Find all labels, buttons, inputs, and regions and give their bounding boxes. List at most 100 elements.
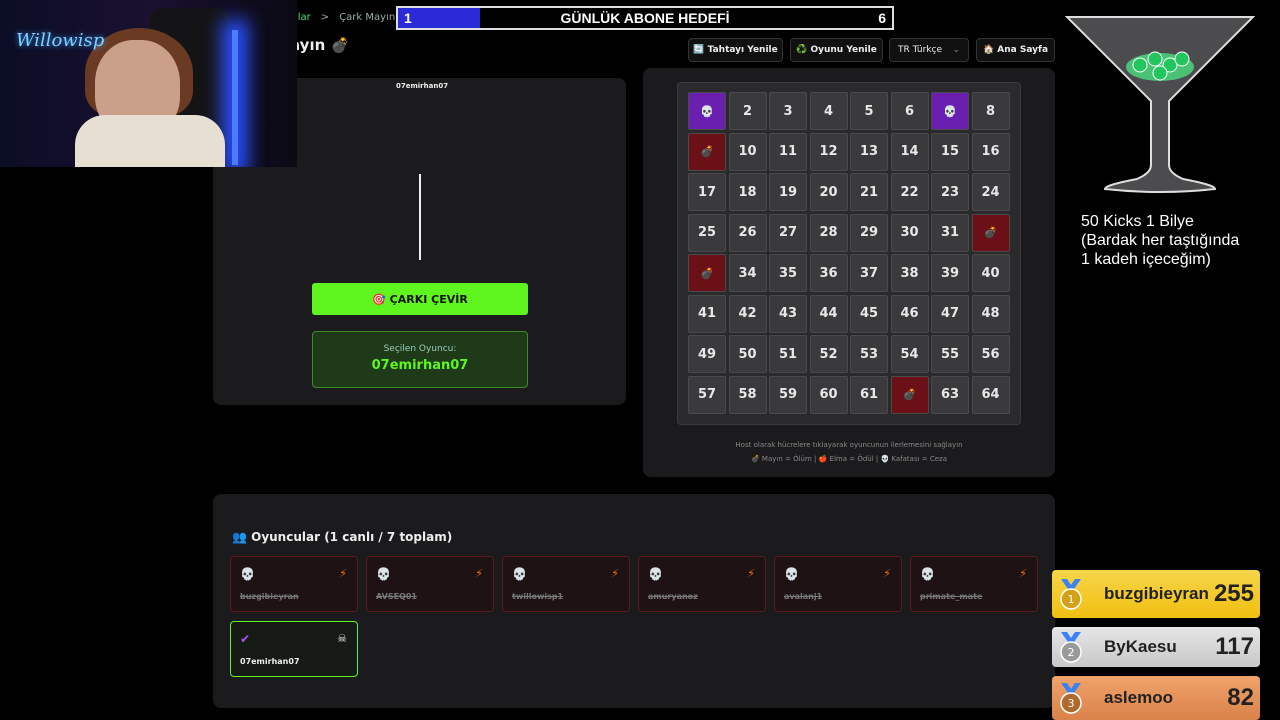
board-cell[interactable]: 25 [688, 213, 726, 252]
board-cell[interactable]: 17 [688, 173, 726, 211]
board-cell[interactable]: 58 [728, 375, 767, 414]
board-cell[interactable]: 34 [728, 254, 767, 292]
board-cell[interactable]: 42 [728, 294, 767, 333]
board-cell[interactable]: 2 [728, 92, 767, 130]
board-cell[interactable]: 64 [971, 375, 1010, 414]
player-card[interactable]: 💀 ⚡ primate_mate [910, 556, 1038, 612]
board-cell[interactable]: 8 [971, 92, 1010, 130]
home-button[interactable]: 🏠 Ana Sayfa [976, 38, 1055, 62]
board-cell[interactable]: 39 [931, 254, 969, 292]
board-cell[interactable]: 36 [809, 254, 848, 292]
board-cell-mine[interactable]: 💣 [971, 213, 1010, 252]
board-cell[interactable]: 27 [769, 213, 807, 252]
board-cell[interactable]: 57 [688, 375, 726, 414]
spin-wheel-button[interactable]: 🎯 ÇARKI ÇEVİR [312, 283, 528, 315]
player-card[interactable]: ✔ ☠ 07emirhan07 [230, 621, 358, 677]
breadcrumb: ılar > Çark Mayın [295, 12, 395, 23]
board-cell[interactable]: 30 [890, 213, 929, 252]
board-cell[interactable]: 52 [809, 335, 848, 373]
board-cell[interactable]: 10 [728, 132, 767, 171]
chevron-down-icon: ⌄ [952, 45, 960, 55]
board-cell[interactable]: 56 [971, 335, 1010, 373]
leaderboard-score: 82 [1227, 684, 1254, 711]
board-cell[interactable]: 37 [850, 254, 888, 292]
players-title: 👥 Oyuncular (1 canlı / 7 toplam) [232, 530, 453, 544]
board-cell[interactable]: 51 [769, 335, 807, 373]
skull-icon: 💀 [784, 567, 799, 581]
goal-label: GÜNLÜK ABONE HEDEFİ [560, 10, 730, 26]
board-cell[interactable]: 61 [850, 375, 888, 414]
board-cell[interactable]: 60 [809, 375, 848, 414]
board-cell[interactable]: 16 [971, 132, 1010, 171]
medal-rank: 2 [1068, 646, 1075, 659]
board-cell[interactable]: 3 [769, 92, 807, 130]
board-cell[interactable]: 29 [850, 213, 888, 252]
breadcrumb-prev[interactable]: ılar [295, 12, 311, 23]
player-card[interactable]: 💀 ⚡ AVSEQ01 [366, 556, 494, 612]
board-cell[interactable]: 21 [850, 173, 888, 211]
board-cell-skull[interactable]: 💀 [931, 92, 969, 130]
board-cell[interactable]: 41 [688, 294, 726, 333]
board-cell[interactable]: 45 [850, 294, 888, 333]
board-cell[interactable]: 59 [769, 375, 807, 414]
language-select[interactable]: TR Türkçe ⌄ [889, 38, 969, 62]
board-cell[interactable]: 35 [769, 254, 807, 292]
board-cell[interactable]: 38 [890, 254, 929, 292]
board-cell[interactable]: 18 [728, 173, 767, 211]
board-cell[interactable]: 12 [809, 132, 848, 171]
board-cell[interactable]: 22 [890, 173, 929, 211]
selected-player-value: 07emirhan07 [371, 358, 469, 373]
board-cell[interactable]: 40 [971, 254, 1010, 292]
board-cell[interactable]: 54 [890, 335, 929, 373]
wheel-current-name: 07emirhan07 [396, 82, 449, 90]
board-cell[interactable]: 50 [728, 335, 767, 373]
board-cell[interactable]: 48 [971, 294, 1010, 333]
player-card[interactable]: 💀 ⚡ amuryanoz [638, 556, 766, 612]
board-cell[interactable]: 5 [850, 92, 888, 130]
board-cell-skull[interactable]: 💀 [688, 92, 726, 130]
player-name: avalanj1 [784, 592, 823, 601]
check-icon: ✔ [240, 632, 251, 646]
player-card[interactable]: 💀 ⚡ avalanj1 [774, 556, 902, 612]
board-cell[interactable]: 46 [890, 294, 929, 333]
board-cell[interactable]: 44 [809, 294, 848, 333]
board-cell[interactable]: 31 [931, 213, 969, 252]
board-cell[interactable]: 53 [850, 335, 888, 373]
board-cell[interactable]: 28 [809, 213, 848, 252]
board-cell[interactable]: 6 [890, 92, 929, 130]
board-cell[interactable]: 15 [931, 132, 969, 171]
crossbones-icon: ☠ [337, 632, 347, 645]
board-cell[interactable]: 63 [931, 375, 969, 414]
board-cell[interactable]: 26 [728, 213, 767, 252]
board-cell[interactable]: 24 [971, 173, 1010, 211]
kicks-line-3: 1 kadeh içeceğim) [1081, 251, 1211, 268]
board-cell-mine[interactable]: 💣 [890, 375, 929, 414]
lightning-icon: ⚡ [475, 567, 483, 580]
board-cell-mine[interactable]: 💣 [688, 254, 726, 292]
restart-game-button[interactable]: ♻️ Oyunu Yenile [790, 38, 883, 62]
kicks-line-2: (Bardak her taştığında [1081, 232, 1240, 249]
leaderboard-row: 3 aslemoo 82 [1052, 676, 1260, 720]
webcam-overlay: Willowisp [0, 0, 297, 167]
board-cell[interactable]: 14 [890, 132, 929, 171]
board-cell[interactable]: 55 [931, 335, 969, 373]
board-cell[interactable]: 11 [769, 132, 807, 171]
board-cell-mine[interactable]: 💣 [688, 132, 726, 171]
skull-icon: 💀 [376, 567, 391, 581]
leaderboard-row: 2 ByKaesu 117 [1052, 627, 1260, 667]
player-name: twillowisp1 [512, 592, 564, 601]
board-cell[interactable]: 13 [850, 132, 888, 171]
board-cell[interactable]: 43 [769, 294, 807, 333]
goal-target: 6 [878, 10, 886, 26]
board-cell[interactable]: 20 [809, 173, 848, 211]
board-cell[interactable]: 47 [931, 294, 969, 333]
refresh-board-button[interactable]: 🔄 Tahtayı Yenile [688, 38, 783, 62]
player-card[interactable]: 💀 ⚡ buzgibieyran [230, 556, 358, 612]
board-cell[interactable]: 23 [931, 173, 969, 211]
kicks-info: 50 Kicks 1 Bilye (Bardak her taştığında … [1081, 212, 1239, 269]
board-cell[interactable]: 49 [688, 335, 726, 373]
board-cell[interactable]: 19 [769, 173, 807, 211]
player-card[interactable]: 💀 ⚡ twillowisp1 [502, 556, 630, 612]
medal-rank: 3 [1068, 697, 1075, 710]
board-cell[interactable]: 4 [809, 92, 848, 130]
